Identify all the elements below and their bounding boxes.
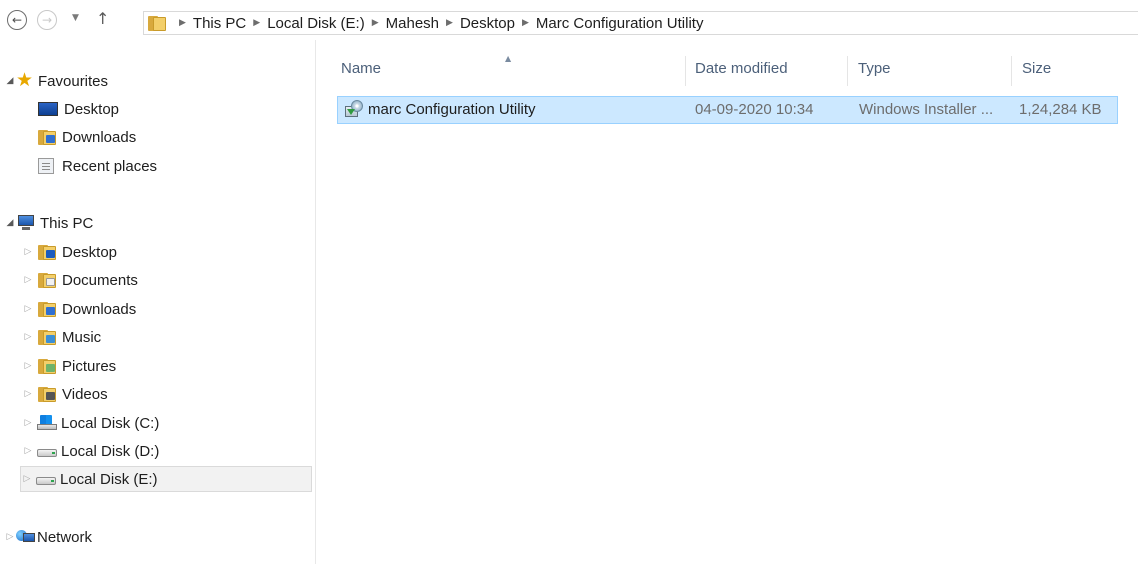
videos-folder-icon bbox=[38, 386, 56, 402]
column-divider[interactable] bbox=[847, 56, 848, 86]
file-row[interactable]: marc Configuration Utility 04-09-2020 10… bbox=[337, 96, 1118, 124]
column-header-size[interactable]: Size bbox=[1022, 60, 1051, 77]
drive-icon bbox=[36, 472, 56, 486]
sidebar-item-videos[interactable]: ▷ Videos bbox=[22, 381, 108, 407]
collapsed-arrow-icon[interactable]: ▷ bbox=[22, 247, 34, 257]
sidebar-item-music[interactable]: ▷ Music bbox=[22, 324, 102, 350]
sidebar-group-label: This PC bbox=[40, 214, 94, 232]
breadcrumb-separator-icon[interactable]: ▶ bbox=[253, 18, 260, 28]
sidebar-item-label: Desktop bbox=[64, 100, 120, 118]
file-list: ▲ Name Date modified Type Size marc Conf… bbox=[317, 40, 1138, 564]
sidebar-item-label: Desktop bbox=[62, 243, 118, 261]
sidebar-group-favourites[interactable]: ◢ ★ Favourites bbox=[4, 68, 109, 94]
column-divider[interactable] bbox=[685, 56, 686, 86]
sidebar-item-downloads[interactable]: ▷ Downloads bbox=[22, 296, 137, 322]
expand-arrow-icon[interactable]: ◢ bbox=[4, 76, 16, 86]
desktop-icon bbox=[38, 102, 58, 116]
downloads-folder-icon bbox=[38, 301, 56, 317]
system-drive-icon bbox=[37, 415, 57, 431]
sidebar-item-local-disk-c[interactable]: ▷ Local Disk (C:) bbox=[22, 410, 160, 436]
breadcrumb-marc-configuration-utility[interactable]: Marc Configuration Utility bbox=[536, 15, 704, 32]
back-arrow-icon[interactable]: ← bbox=[7, 10, 27, 30]
sidebar-group-network[interactable]: ▷ Network bbox=[4, 524, 92, 550]
sidebar-item-favourites-downloads[interactable]: Downloads bbox=[38, 124, 136, 150]
up-arrow-icon[interactable]: ↑ bbox=[96, 9, 109, 28]
breadcrumb-this-pc[interactable]: This PC bbox=[193, 15, 246, 32]
recent-places-icon bbox=[38, 158, 54, 174]
breadcrumb-separator-icon[interactable]: ▶ bbox=[446, 18, 453, 28]
documents-folder-icon bbox=[38, 272, 56, 288]
breadcrumb-desktop[interactable]: Desktop bbox=[460, 15, 515, 32]
sidebar-item-local-disk-d[interactable]: ▷ Local Disk (D:) bbox=[22, 438, 160, 464]
windows-installer-icon bbox=[344, 100, 364, 118]
sidebar-item-label: Documents bbox=[62, 271, 138, 289]
breadcrumb-mahesh[interactable]: Mahesh bbox=[386, 15, 439, 32]
desktop-folder-icon bbox=[38, 244, 56, 260]
file-name-cell[interactable]: marc Configuration Utility bbox=[344, 100, 536, 118]
downloads-folder-icon bbox=[38, 129, 56, 145]
sidebar-item-label: Recent places bbox=[62, 157, 158, 175]
music-folder-icon bbox=[38, 329, 56, 345]
folder-icon bbox=[148, 15, 166, 31]
sidebar-item-favourites-desktop[interactable]: Desktop bbox=[38, 96, 119, 122]
column-header-name[interactable]: Name bbox=[341, 60, 381, 77]
column-header-date-modified[interactable]: Date modified bbox=[695, 60, 788, 77]
sidebar-group-label: Favourites bbox=[38, 72, 109, 90]
sort-ascending-icon: ▲ bbox=[505, 54, 512, 63]
sidebar-item-label: Music bbox=[62, 328, 102, 346]
computer-icon bbox=[16, 215, 36, 231]
network-icon bbox=[16, 529, 36, 545]
sidebar-group-label: Network bbox=[37, 528, 93, 546]
file-type: Windows Installer ... bbox=[859, 101, 994, 118]
file-name: marc Configuration Utility bbox=[368, 100, 536, 118]
file-size: 1,24,284 KB bbox=[1019, 101, 1102, 118]
address-bar[interactable]: ▶ This PC ▶ Local Disk (E:) ▶ Mahesh ▶ D… bbox=[143, 11, 1138, 35]
star-icon: ★ bbox=[16, 69, 34, 91]
sidebar-item-desktop[interactable]: ▷ Desktop bbox=[22, 239, 118, 265]
drive-icon bbox=[37, 444, 57, 458]
navigation-pane: ◢ ★ Favourites Desktop Downloads Recent … bbox=[0, 40, 316, 564]
sidebar-item-recent-places[interactable]: Recent places bbox=[38, 153, 157, 179]
sidebar-item-label: Pictures bbox=[62, 357, 117, 375]
sidebar-item-local-disk-e[interactable]: ▷ Local Disk (E:) bbox=[20, 466, 312, 492]
collapsed-arrow-icon[interactable]: ▷ bbox=[4, 532, 16, 542]
sidebar-item-label: Downloads bbox=[62, 128, 137, 146]
sidebar-item-documents[interactable]: ▷ Documents bbox=[22, 267, 138, 293]
collapsed-arrow-icon[interactable]: ▷ bbox=[22, 332, 34, 342]
column-header-type[interactable]: Type bbox=[858, 60, 891, 77]
pictures-folder-icon bbox=[38, 358, 56, 374]
collapsed-arrow-icon[interactable]: ▷ bbox=[21, 474, 33, 484]
sidebar-item-label: Local Disk (E:) bbox=[60, 470, 158, 488]
breadcrumb-separator-icon[interactable]: ▶ bbox=[522, 18, 529, 28]
sidebar-item-label: Local Disk (D:) bbox=[61, 442, 160, 460]
expand-arrow-icon[interactable]: ◢ bbox=[4, 218, 16, 228]
sidebar-item-label: Videos bbox=[62, 385, 108, 403]
collapsed-arrow-icon[interactable]: ▷ bbox=[22, 275, 34, 285]
collapsed-arrow-icon[interactable]: ▷ bbox=[22, 446, 34, 456]
chevron-down-icon[interactable]: ▼ bbox=[72, 13, 79, 23]
sidebar-item-pictures[interactable]: ▷ Pictures bbox=[22, 353, 117, 379]
collapsed-arrow-icon[interactable]: ▷ bbox=[22, 418, 34, 428]
collapsed-arrow-icon[interactable]: ▷ bbox=[22, 304, 34, 314]
forward-arrow-icon[interactable]: → bbox=[37, 10, 57, 30]
sidebar-group-this-pc[interactable]: ◢ This PC bbox=[4, 210, 94, 236]
address-row: ← → ▼ ↑ ▶ This PC ▶ Local Disk (E:) ▶ Ma… bbox=[0, 0, 1138, 40]
collapsed-arrow-icon[interactable]: ▷ bbox=[22, 389, 34, 399]
breadcrumb-separator-icon: ▶ bbox=[179, 18, 186, 28]
sidebar-item-label: Local Disk (C:) bbox=[61, 414, 160, 432]
file-date-modified: 04-09-2020 10:34 bbox=[695, 101, 814, 118]
breadcrumb-local-disk-e[interactable]: Local Disk (E:) bbox=[267, 15, 365, 32]
sidebar-item-label: Downloads bbox=[62, 300, 137, 318]
breadcrumb-separator-icon[interactable]: ▶ bbox=[372, 18, 379, 28]
collapsed-arrow-icon[interactable]: ▷ bbox=[22, 361, 34, 371]
column-divider[interactable] bbox=[1011, 56, 1012, 86]
